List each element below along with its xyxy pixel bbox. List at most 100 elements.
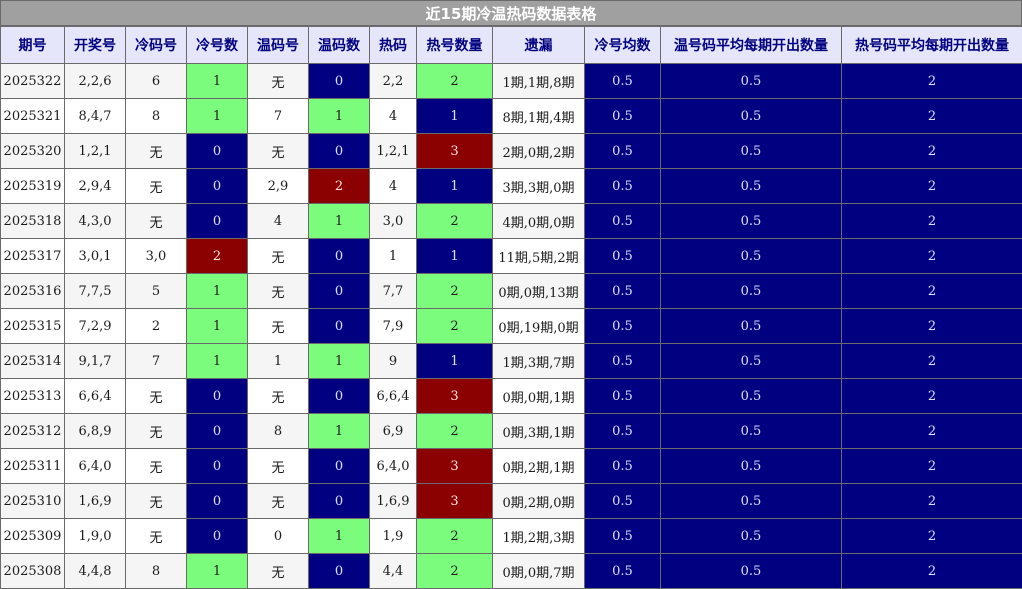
header-hot-count: 热号数量 (416, 26, 493, 64)
issue-cell: 2025313 (0, 378, 65, 414)
cold-average-cell: 0.5 (584, 518, 661, 554)
table-row: 2025313 6,6,4 无 0 无 0 6,6,4 3 0期,0期,1期 0.5 0.5 2 (0, 378, 1022, 414)
cold-numbers-cell: 无 (125, 378, 187, 414)
cold-average-cell: 0.5 (584, 203, 661, 239)
draw-numbers-cell: 7,7,5 (64, 273, 126, 309)
cold-numbers-cell: 无 (125, 483, 187, 519)
cold-numbers-cell: 无 (125, 518, 187, 554)
issue-cell: 2025317 (0, 238, 65, 274)
warm-count-cell: 1 (308, 343, 370, 379)
warm-numbers-cell: 无 (247, 448, 309, 484)
warm-average-cell: 0.5 (660, 203, 842, 239)
cold-count-cell: 0 (186, 413, 248, 449)
header-row: 期号 开奖号 冷码号 冷号数 温码号 温码数 热码 热号数量 遗漏 冷号均数 温… (0, 26, 1022, 64)
cold-count-cell: 0 (186, 518, 248, 554)
warm-count-cell: 0 (308, 553, 370, 589)
warm-average-cell: 0.5 (660, 168, 842, 204)
warm-count-cell: 0 (308, 448, 370, 484)
draw-numbers-cell: 3,0,1 (64, 238, 126, 274)
warm-numbers-cell: 无 (247, 378, 309, 414)
draw-numbers-cell: 6,6,4 (64, 378, 126, 414)
draw-numbers-cell: 6,8,9 (64, 413, 126, 449)
table-row: 2025312 6,8,9 无 0 8 1 6,9 2 0期,3期,1期 0.5 0.5 2 (0, 413, 1022, 449)
cold-average-cell: 0.5 (584, 133, 661, 169)
header-warm-average: 温号码平均每期开出数量 (660, 26, 842, 64)
cold-average-cell: 0.5 (584, 483, 661, 519)
table-row: 2025311 6,4,0 无 0 无 0 6,4,0 3 0期,2期,1期 0.5 0.5 2 (0, 448, 1022, 484)
table-title: 近15期冷温热码数据表格 (0, 0, 1022, 26)
issue-cell: 2025310 (0, 483, 65, 519)
cold-count-cell: 0 (186, 133, 248, 169)
header-warm-numbers: 温码号 (247, 26, 309, 64)
cold-average-cell: 0.5 (584, 378, 661, 414)
warm-average-cell: 0.5 (660, 518, 842, 554)
header-omission: 遗漏 (492, 26, 585, 64)
warm-numbers-cell: 7 (247, 98, 309, 134)
warm-average-cell: 0.5 (660, 308, 842, 344)
omission-cell: 1期,1期,8期 (492, 63, 585, 99)
warm-numbers-cell: 无 (247, 273, 309, 309)
warm-average-cell: 0.5 (660, 378, 842, 414)
hot-count-cell: 1 (416, 168, 493, 204)
warm-average-cell: 0.5 (660, 63, 842, 99)
cold-average-cell: 0.5 (584, 343, 661, 379)
hot-average-cell: 2 (841, 168, 1022, 204)
hot-numbers-cell: 7,7 (369, 273, 417, 309)
issue-cell: 2025308 (0, 553, 65, 589)
hot-average-cell: 2 (841, 203, 1022, 239)
warm-numbers-cell: 8 (247, 413, 309, 449)
header-cold-numbers: 冷码号 (125, 26, 187, 64)
warm-numbers-cell: 无 (247, 63, 309, 99)
header-cold-average: 冷号均数 (584, 26, 661, 64)
warm-numbers-cell: 0 (247, 518, 309, 554)
warm-numbers-cell: 无 (247, 133, 309, 169)
issue-cell: 2025315 (0, 308, 65, 344)
hot-average-cell: 2 (841, 273, 1022, 309)
warm-numbers-cell: 无 (247, 483, 309, 519)
cold-numbers-cell: 6 (125, 63, 187, 99)
draw-numbers-cell: 1,6,9 (64, 483, 126, 519)
table-body: 2025322 2,2,6 6 1 无 0 2,2 2 1期,1期,8期 0.5 0.5 2 20253… (0, 63, 1022, 589)
cold-count-cell: 0 (186, 448, 248, 484)
issue-cell: 2025309 (0, 518, 65, 554)
cold-count-cell: 1 (186, 273, 248, 309)
hot-average-cell: 2 (841, 63, 1022, 99)
warm-numbers-cell: 4 (247, 203, 309, 239)
cold-count-cell: 0 (186, 168, 248, 204)
header-hot-average: 热号码平均每期开出数量 (841, 26, 1022, 64)
cold-warm-hot-table: 期号 开奖号 冷码号 冷号数 温码号 温码数 热码 热号数量 遗漏 冷号均数 温… (0, 26, 1022, 589)
header-hot-numbers: 热码 (369, 26, 417, 64)
cold-count-cell: 2 (186, 238, 248, 274)
omission-cell: 0期,19期,0期 (492, 308, 585, 344)
hot-count-cell: 2 (416, 273, 493, 309)
draw-numbers-cell: 1,9,0 (64, 518, 126, 554)
hot-average-cell: 2 (841, 308, 1022, 344)
omission-cell: 2期,0期,2期 (492, 133, 585, 169)
cold-numbers-cell: 无 (125, 133, 187, 169)
warm-count-cell: 0 (308, 483, 370, 519)
hot-average-cell: 2 (841, 133, 1022, 169)
warm-numbers-cell: 1 (247, 343, 309, 379)
omission-cell: 1期,2期,3期 (492, 518, 585, 554)
hot-count-cell: 3 (416, 378, 493, 414)
warm-count-cell: 0 (308, 63, 370, 99)
cold-average-cell: 0.5 (584, 273, 661, 309)
cold-numbers-cell: 无 (125, 448, 187, 484)
hot-average-cell: 2 (841, 448, 1022, 484)
table-row: 2025322 2,2,6 6 1 无 0 2,2 2 1期,1期,8期 0.5 0.5 2 (0, 63, 1022, 99)
cold-count-cell: 1 (186, 63, 248, 99)
warm-count-cell: 1 (308, 98, 370, 134)
hot-numbers-cell: 1,9 (369, 518, 417, 554)
draw-numbers-cell: 7,2,9 (64, 308, 126, 344)
omission-cell: 11期,5期,2期 (492, 238, 585, 274)
warm-average-cell: 0.5 (660, 483, 842, 519)
warm-count-cell: 0 (308, 273, 370, 309)
issue-cell: 2025311 (0, 448, 65, 484)
cold-average-cell: 0.5 (584, 553, 661, 589)
hot-numbers-cell: 1 (369, 238, 417, 274)
omission-cell: 0期,0期,7期 (492, 553, 585, 589)
cold-average-cell: 0.5 (584, 448, 661, 484)
omission-cell: 3期,3期,0期 (492, 168, 585, 204)
draw-numbers-cell: 8,4,7 (64, 98, 126, 134)
cold-numbers-cell: 8 (125, 98, 187, 134)
